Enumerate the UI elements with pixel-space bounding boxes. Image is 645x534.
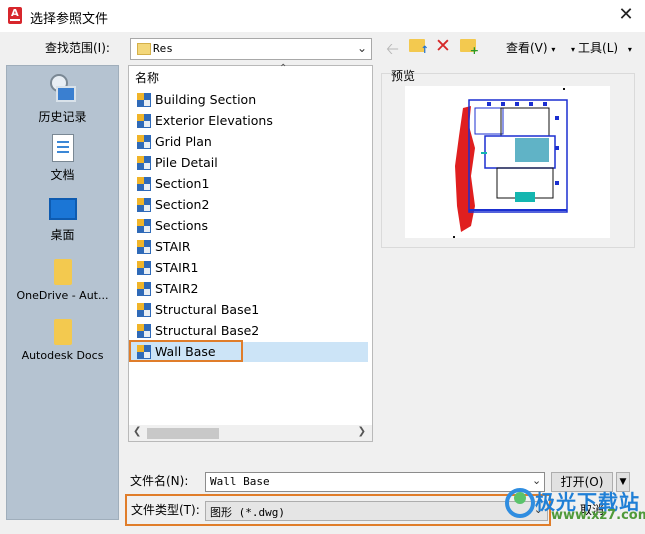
watermark: 极光下载站 www.xz7.com <box>505 488 645 528</box>
filename-input[interactable]: Wall Base <box>205 472 545 492</box>
horizontal-scrollbar[interactable]: ❮ ❯ <box>129 425 372 441</box>
dwg-file-icon <box>137 177 151 191</box>
column-header-name[interactable]: 名称 <box>135 69 159 86</box>
place-label: 历史记录 <box>38 110 87 124</box>
place-label: 桌面 <box>50 228 75 242</box>
list-item-label: STAIR1 <box>155 260 199 275</box>
close-button[interactable]: ✕ <box>612 4 640 28</box>
window-title: 选择参照文件 <box>30 12 109 27</box>
folder-icon <box>53 259 72 285</box>
dwg-file-icon <box>137 156 151 170</box>
places-bar: 历史记录 文档 桌面 OneDrive - Aut... Autodesk Do… <box>6 65 119 520</box>
preview-image <box>405 86 610 238</box>
dropdown-icon: ▾ <box>627 45 632 54</box>
desktop-icon <box>48 198 77 220</box>
preview-label: 预览 <box>391 69 416 83</box>
file-list[interactable]: 名称 ⌃ Building Section Exterior Elevation… <box>128 63 373 442</box>
list-item-label: STAIR <box>155 239 191 254</box>
place-documents[interactable]: 文档 <box>7 134 118 183</box>
place-label: 文档 <box>50 168 75 182</box>
dwg-file-icon <box>137 324 151 338</box>
lookin-dropdown[interactable]: Res ⌄ <box>130 38 372 60</box>
scroll-left-icon[interactable]: ❮ <box>133 426 141 437</box>
list-item-label: Exterior Elevations <box>155 113 273 128</box>
documents-icon <box>51 134 74 162</box>
list-item-label: Section2 <box>155 197 210 212</box>
tools-menu[interactable]: ▾ 工具(L) ▾ <box>571 39 632 56</box>
dropdown-icon: ▾ <box>571 45 576 54</box>
folder-icon <box>137 43 151 55</box>
dwg-file-icon <box>137 114 151 128</box>
delete-icon[interactable]: ✕ <box>435 35 451 57</box>
tools-label: 工具(L) <box>578 41 619 55</box>
list-item-label: Building Section <box>155 92 257 107</box>
dwg-file-icon <box>137 240 151 254</box>
place-autodesk-docs[interactable]: Autodesk Docs <box>7 319 118 362</box>
folder-icon <box>53 319 72 345</box>
title-bar: A 选择参照文件 ✕ <box>0 0 645 32</box>
list-item-label: STAIR2 <box>155 281 199 296</box>
lookin-label: 查找范围(I): <box>45 41 110 55</box>
views-label: 查看(V) <box>506 41 548 55</box>
autocad-app-icon: A <box>8 7 22 24</box>
list-item-label: Pile Detail <box>155 155 218 170</box>
dropdown-icon: ▾ <box>551 45 556 54</box>
dwg-file-icon <box>137 219 151 233</box>
views-menu[interactable]: 查看(V) ▾ <box>506 39 555 56</box>
sort-ascending-icon: ⌃ <box>279 63 288 74</box>
dwg-file-icon <box>137 261 151 275</box>
scroll-thumb[interactable] <box>147 428 219 439</box>
scroll-right-icon[interactable]: ❯ <box>358 426 366 437</box>
list-item-label: Structural Base1 <box>155 302 260 317</box>
filename-value: Wall Base <box>210 475 270 488</box>
place-onedrive[interactable]: OneDrive - Aut... <box>7 259 118 302</box>
history-icon <box>48 74 78 104</box>
place-label: OneDrive - Aut... <box>16 289 109 302</box>
list-item-label: Section1 <box>155 176 210 191</box>
watermark-logo-dot <box>514 492 526 504</box>
list-item-label: Sections <box>155 218 208 233</box>
list-item-label: Grid Plan <box>155 134 212 149</box>
up-one-level-icon[interactable]: ↑ <box>409 39 429 56</box>
new-folder-icon[interactable]: + <box>460 39 479 57</box>
filename-label: 文件名(N): <box>130 474 189 488</box>
list-item-label: Structural Base2 <box>155 323 260 338</box>
back-arrow-icon[interactable]: 🡠 <box>386 38 399 65</box>
selection-highlight-box <box>129 340 243 362</box>
chevron-down-icon[interactable]: ⌄ <box>357 41 367 55</box>
place-desktop[interactable]: 桌面 <box>7 198 118 243</box>
dwg-file-icon <box>137 303 151 317</box>
lookin-value: Res <box>153 42 173 55</box>
dwg-file-icon <box>137 93 151 107</box>
dwg-file-icon <box>137 282 151 296</box>
place-history[interactable]: 历史记录 <box>7 74 118 125</box>
filetype-highlight-box <box>125 494 551 526</box>
dwg-file-icon <box>137 135 151 149</box>
drawing-thumbnail <box>453 88 568 238</box>
place-label: Autodesk Docs <box>21 349 104 362</box>
dwg-file-icon <box>137 198 151 212</box>
watermark-url: www.xz7.com <box>551 508 645 523</box>
